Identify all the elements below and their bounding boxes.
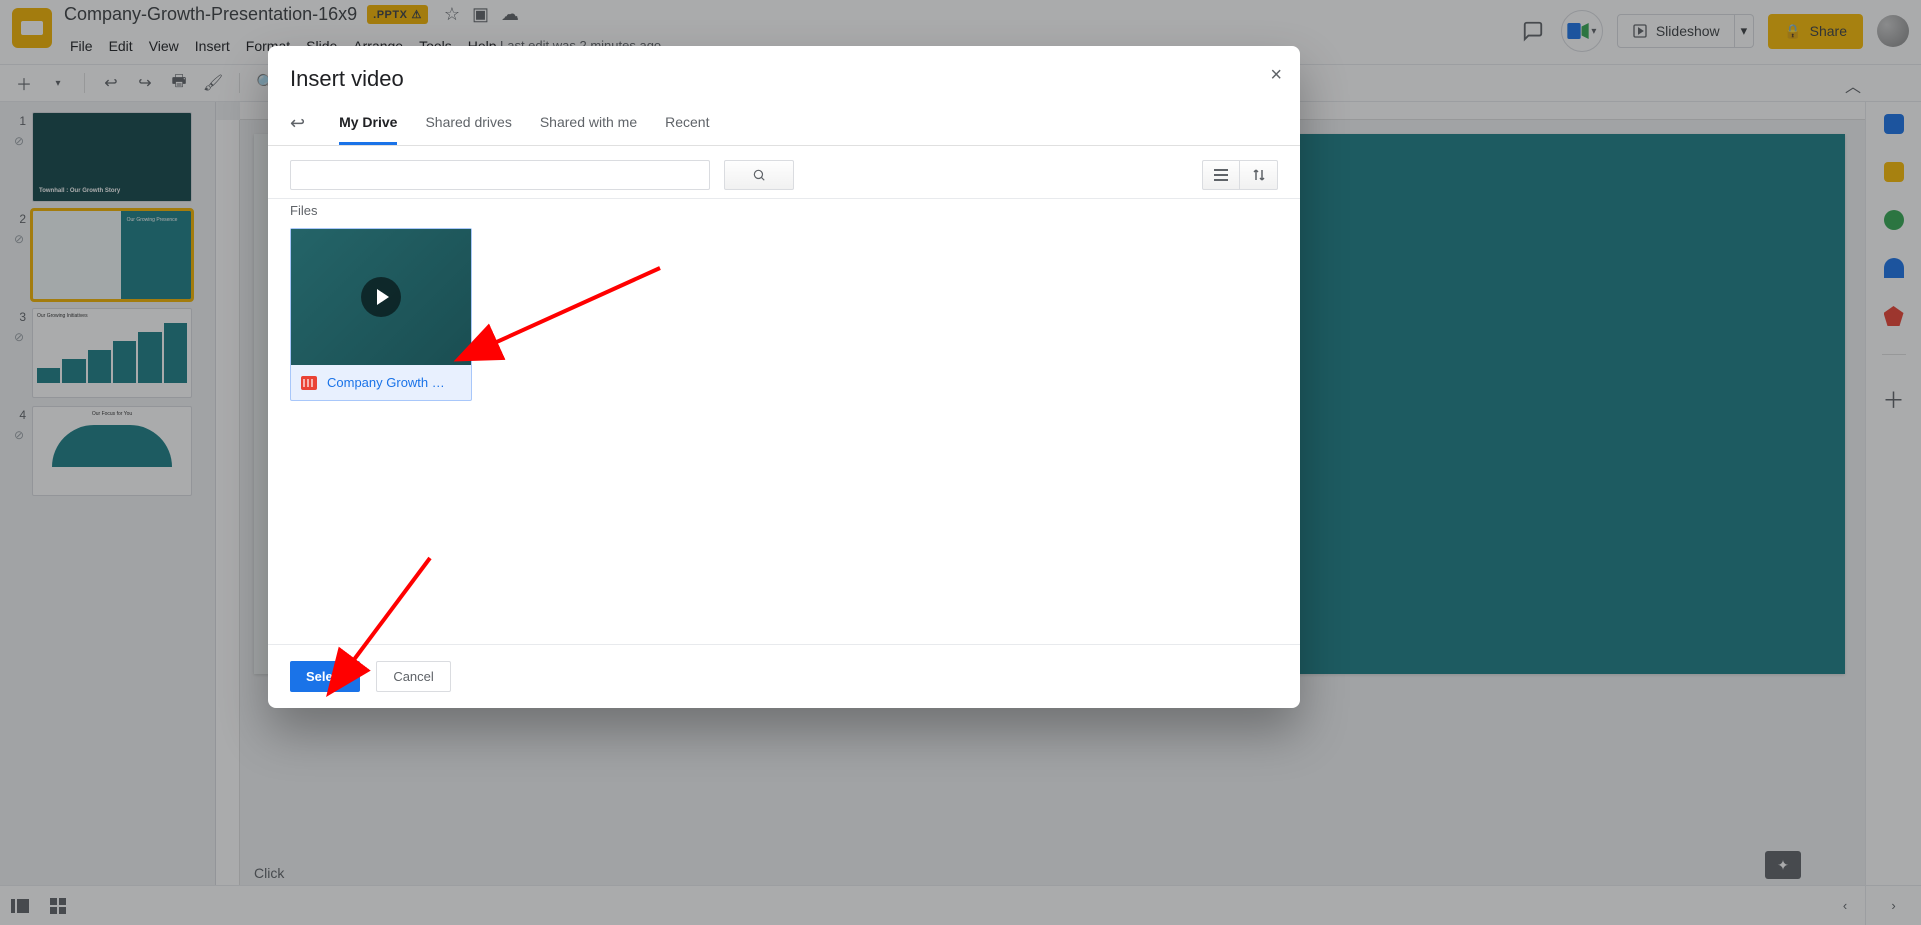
cancel-button[interactable]: Cancel <box>376 661 450 692</box>
picker-body: Files Company Growth … <box>268 199 1300 644</box>
list-view-button[interactable] <box>1202 160 1240 190</box>
play-icon <box>361 277 401 317</box>
insert-video-modal: Insert video × ↩ My Drive Shared drives … <box>268 46 1300 708</box>
select-button[interactable]: Select <box>290 661 360 692</box>
search-button[interactable] <box>724 160 794 190</box>
sort-button[interactable] <box>1240 160 1278 190</box>
file-name: Company Growth … <box>327 375 445 390</box>
video-file-icon <box>301 376 317 390</box>
picker-footer: Select Cancel <box>268 644 1300 708</box>
search-input[interactable] <box>290 160 710 190</box>
file-card[interactable]: Company Growth … <box>290 228 472 401</box>
video-thumbnail <box>291 229 471 365</box>
picker-toolbar <box>268 146 1300 199</box>
view-toggle <box>1202 160 1278 190</box>
close-icon[interactable]: × <box>1270 64 1282 87</box>
back-icon[interactable]: ↩ <box>290 113 311 134</box>
files-label: Files <box>290 203 1278 218</box>
picker-tabs: ↩ My Drive Shared drives Shared with me … <box>268 102 1300 146</box>
tab-recent[interactable]: Recent <box>665 102 709 145</box>
tab-shared-with-me[interactable]: Shared with me <box>540 102 637 145</box>
tab-my-drive[interactable]: My Drive <box>339 102 397 145</box>
tab-shared-drives[interactable]: Shared drives <box>425 102 511 145</box>
modal-title: Insert video <box>268 66 1300 102</box>
